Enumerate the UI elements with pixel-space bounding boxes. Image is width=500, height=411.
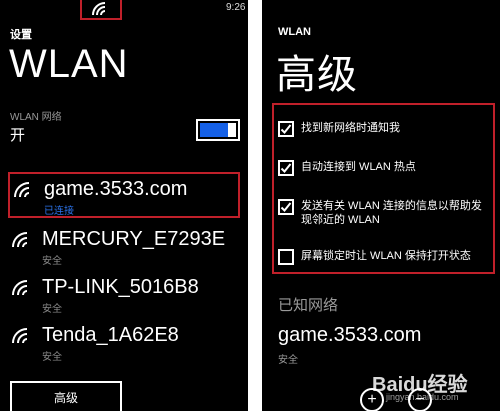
toggle-fill [200, 123, 229, 137]
option-label: 自动连接到 WLAN 热点 [301, 161, 416, 173]
page-title: WLAN [9, 42, 129, 86]
checkbox-checked-icon[interactable] [278, 160, 294, 176]
status-wifi-highlight [80, 0, 122, 20]
network-status: 安全 [42, 256, 62, 267]
wifi-icon [14, 182, 30, 198]
status-time: 9:26 [226, 2, 246, 13]
network-item[interactable]: MERCURY_E7293E 安全 [8, 224, 240, 270]
page-title: 高级 [276, 53, 358, 97]
known-network-status: 安全 [278, 355, 298, 366]
wifi-icon [12, 280, 28, 296]
option-label: 发送有关 WLAN 连接的信息以帮助发现邻近的 WLAN [301, 200, 482, 226]
app-header: 设置 [10, 29, 32, 41]
network-item[interactable]: Tenda_1A62E8 安全 [8, 320, 240, 366]
advanced-button[interactable]: 高级 [10, 381, 122, 411]
network-status: 已连接 [44, 206, 74, 217]
wlan-toggle-state: 开 [10, 127, 26, 144]
checkbox-checked-icon[interactable] [278, 121, 294, 137]
wlan-toggle-switch[interactable] [196, 119, 240, 141]
network-name: MERCURY_E7293E [42, 228, 226, 250]
wifi-icon [12, 328, 28, 344]
network-status: 安全 [42, 352, 62, 363]
network-name: Tenda_1A62E8 [42, 324, 179, 346]
option-keep-on-when-locked[interactable]: 屏幕锁定时让 WLAN 保持打开状态 [278, 249, 491, 265]
checkbox-empty-icon[interactable] [278, 249, 294, 265]
add-icon[interactable]: + [360, 388, 384, 411]
network-status: 安全 [42, 304, 62, 315]
network-item[interactable]: TP-LINK_5016B8 安全 [8, 272, 240, 318]
wifi-icon [12, 232, 28, 248]
wifi-icon [92, 2, 106, 16]
network-name: TP-LINK_5016B8 [42, 276, 199, 298]
wlan-network-label: WLAN 网络 [10, 112, 62, 123]
option-label: 找到新网络时通知我 [301, 122, 400, 134]
minus-icon[interactable]: − [408, 388, 432, 411]
checkbox-checked-icon[interactable] [278, 199, 294, 215]
known-networks-title: 已知网络 [278, 297, 339, 314]
network-name: game.3533.com [44, 178, 188, 200]
wlan-settings-screen: 9:26 设置 WLAN WLAN 网络 开 game.3533.com 已连接… [0, 0, 248, 411]
network-item-connected[interactable]: game.3533.com 已连接 [8, 172, 240, 218]
wlan-advanced-screen: WLAN 高级 找到新网络时通知我 自动连接到 WLAN 热点 发送有关 WLA… [262, 0, 500, 411]
option-notify-new-network[interactable]: 找到新网络时通知我 [278, 121, 491, 137]
app-header: WLAN [278, 26, 311, 38]
known-network-item[interactable]: game.3533.com 安全 [278, 324, 498, 366]
known-network-name: game.3533.com [278, 324, 422, 346]
option-label: 屏幕锁定时让 WLAN 保持打开状态 [301, 250, 471, 262]
toggle-knob [228, 123, 236, 137]
option-auto-connect[interactable]: 自动连接到 WLAN 热点 [278, 160, 491, 176]
option-send-info[interactable]: 发送有关 WLAN 连接的信息以帮助发现邻近的 WLAN [278, 199, 489, 227]
